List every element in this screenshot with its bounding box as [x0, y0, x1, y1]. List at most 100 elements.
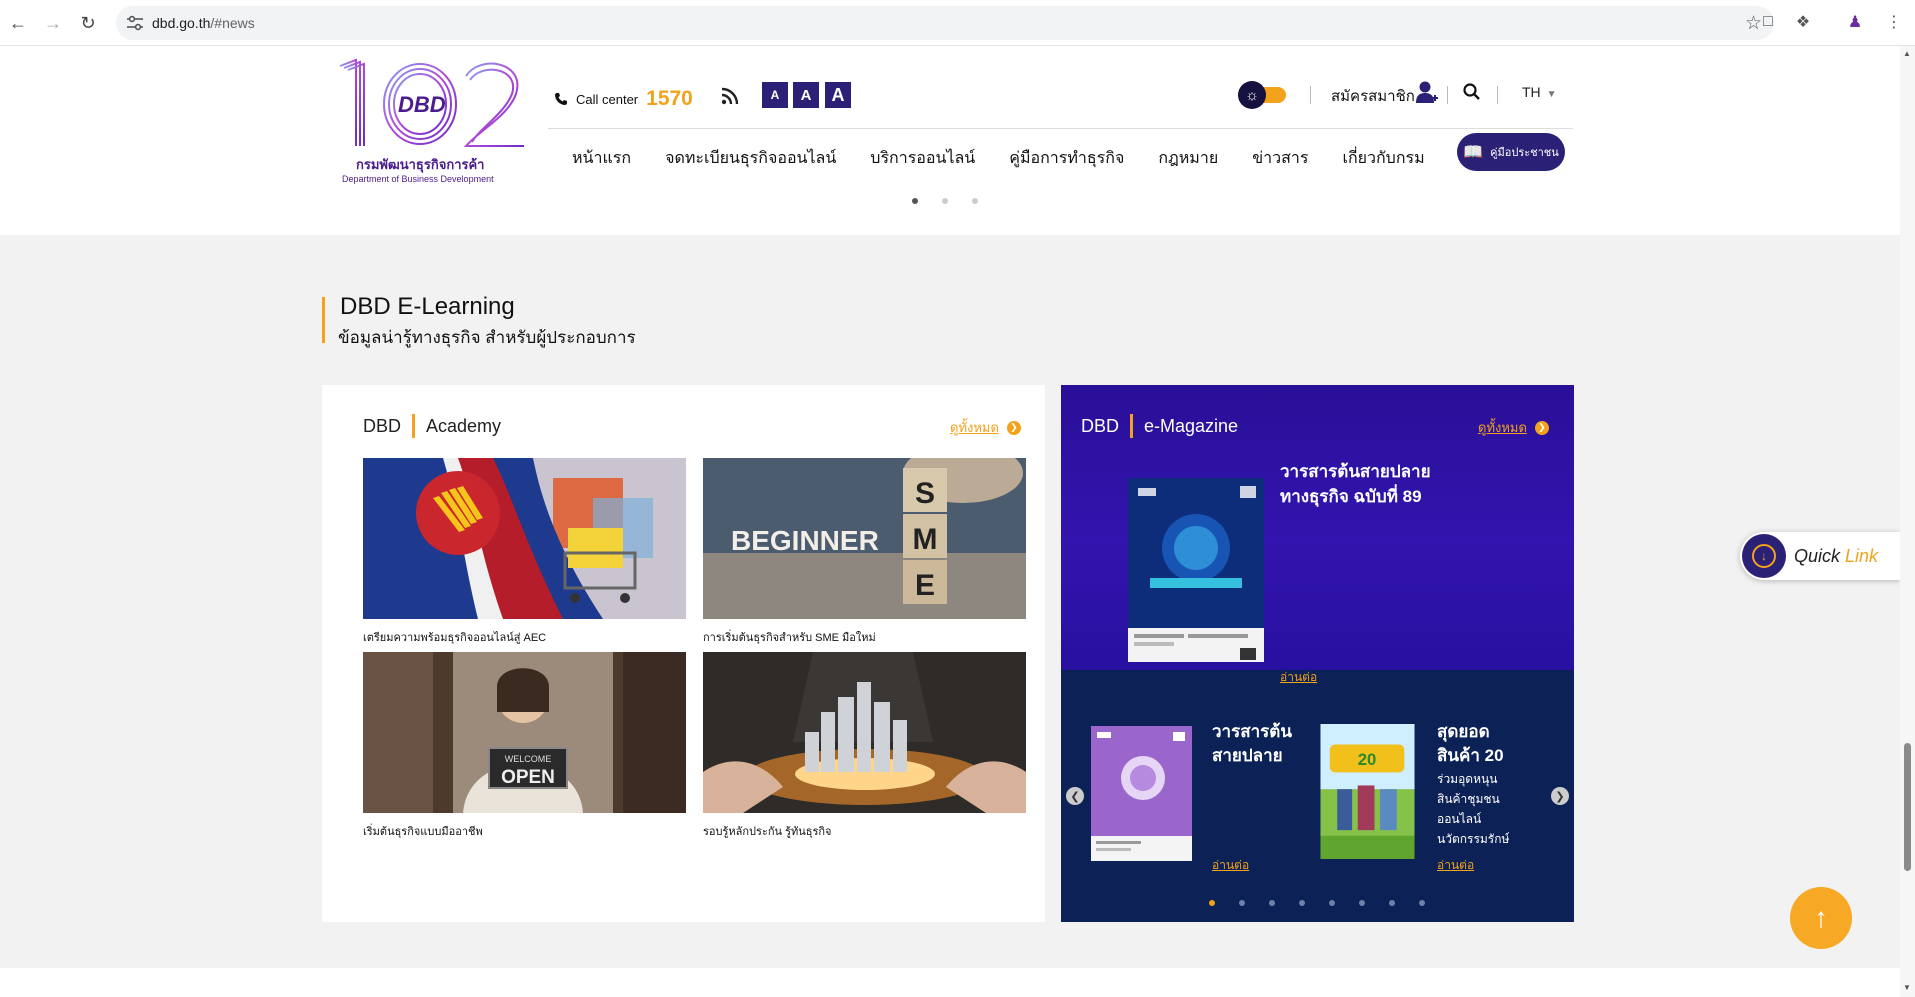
browser-toolbar: ← → ↻ dbd.go.th/#news ☆ □ ❖ ♟ ⋮ [0, 0, 1915, 46]
slider-dot[interactable] [912, 198, 918, 204]
slider-dot[interactable] [942, 198, 948, 204]
language-label: TH [1522, 84, 1541, 100]
call-center-number[interactable]: 1570 [646, 87, 693, 111]
academy-see-all-link[interactable]: ดูทั้งหมด ❯ [950, 417, 1021, 438]
magazine-title[interactable]: สุดยอด สินค้า 20 [1437, 720, 1504, 768]
address-bar[interactable]: dbd.go.th/#news ☆ [116, 6, 1774, 40]
course-image-sme[interactable]: S M E BEGINNER [703, 458, 1026, 619]
divider [1310, 86, 1311, 104]
carousel-dot[interactable] [1299, 900, 1305, 906]
arrow-up-icon: ↑ [1814, 902, 1828, 933]
citizen-manual-label: คู่มือประชาชน [1490, 147, 1559, 159]
arrow-down-circle-icon: ↓ [1752, 544, 1776, 568]
reload-icon[interactable]: ↻ [76, 11, 100, 35]
course-caption[interactable]: การเริ่มต้นธุรกิจสำหรับ SME มือใหม่ [703, 628, 1026, 646]
puzzle-extensions-icon[interactable]: ❖ [1792, 11, 1814, 33]
page-scrollbar[interactable]: ▲ ▼ [1900, 46, 1915, 997]
heading-divider [1130, 414, 1134, 438]
header-divider [548, 128, 1573, 129]
user-add-icon[interactable] [1416, 80, 1438, 104]
menu-news[interactable]: ข่าวสาร [1235, 141, 1325, 177]
forward-icon[interactable]: → [41, 11, 65, 35]
course-image-open-shop[interactable]: WELCOME OPEN [363, 652, 686, 813]
browser-menu-icon[interactable]: ⋮ [1883, 11, 1905, 33]
back-icon[interactable]: ← [6, 11, 30, 35]
course-image-city-tablet[interactable] [703, 652, 1026, 813]
academy-card: DBD Academy ดูทั้งหมด ❯ เตรียมความพร้อมธ… [322, 385, 1045, 922]
scrollbar-thumb[interactable] [1904, 743, 1911, 871]
carousel-dot[interactable] [1269, 900, 1275, 906]
carousel-dot[interactable] [1359, 900, 1365, 906]
course-card[interactable]: S M E BEGINNER การเริ่มต้นธุรกิจสำหรับ S… [703, 458, 1026, 646]
divider [1447, 86, 1448, 104]
url-text[interactable]: dbd.go.th/#news [152, 15, 255, 31]
menu-online-registration[interactable]: จดทะเบียนธุรกิจออนไลน์ [648, 141, 853, 177]
carousel-dot[interactable] [1419, 900, 1425, 906]
menu-home[interactable]: หน้าแรก [572, 141, 648, 177]
dbd-logo[interactable]: DBD กรมพัฒนาธุรกิจการค้า Department of B… [320, 54, 530, 189]
carousel-dot[interactable] [1329, 900, 1335, 906]
featured-magazine-cover[interactable] [1128, 478, 1264, 662]
course-card[interactable]: WELCOME OPEN เริ่มต้นธุรกิจแบบมืออาชีพ [363, 652, 686, 840]
phone-icon [555, 93, 567, 105]
menu-about[interactable]: เกี่ยวกับกรม [1325, 141, 1441, 177]
font-size-large-button[interactable]: A [825, 82, 851, 108]
heading-divider [412, 414, 416, 438]
back-to-top-button[interactable]: ↑ [1790, 887, 1852, 949]
emagazine-name: e-Magazine [1144, 415, 1239, 436]
course-card[interactable]: รอบรู้หลักประกัน รู้ทันธุรกิจ [703, 652, 1026, 840]
svg-text:DBD: DBD [398, 92, 446, 117]
divider [1497, 86, 1498, 104]
carousel-dot[interactable] [1209, 900, 1215, 906]
call-center[interactable]: Call center 1570 [554, 87, 693, 111]
magazine-cover[interactable] [1091, 726, 1192, 861]
scroll-down-icon[interactable]: ▼ [1903, 983, 1911, 992]
quick-link-icon-wrap: ↓ [1742, 534, 1786, 578]
carousel-prev-icon[interactable]: ❮ [1066, 787, 1084, 805]
section-subtitle: ข้อมูลน่ารู้ทางธุรกิจ สำหรับผู้ประกอบการ [338, 328, 636, 347]
call-center-label: Call center [576, 91, 639, 107]
emagazine-brand: DBD [1081, 415, 1120, 436]
magazine-carousel-dots [1209, 900, 1425, 906]
site-settings-icon[interactable] [126, 15, 144, 31]
font-size-small-button[interactable]: A [762, 82, 788, 108]
section-accent-bar [322, 297, 325, 343]
carousel-dot[interactable] [1389, 900, 1395, 906]
emagazine-see-all-link[interactable]: ดูทั้งหมด ❯ [1478, 417, 1549, 438]
featured-magazine-title[interactable]: วารสารต้นสายปลาย ทางธุรกิจ ฉบับที่ 89 [1280, 459, 1431, 509]
chevron-right-icon: ❯ [1006, 420, 1021, 435]
menu-law[interactable]: กฎหมาย [1141, 141, 1235, 177]
magazine-title[interactable]: วารสารต้น สายปลาย [1212, 720, 1292, 768]
magazine-cover[interactable]: 20 [1317, 724, 1418, 859]
course-card[interactable]: เตรียมความพร้อมธุรกิจออนไลน์สู่ AEC [363, 458, 686, 646]
rss-icon[interactable] [720, 86, 740, 106]
profile-icon[interactable]: ♟ [1844, 11, 1866, 33]
see-all-label: ดูทั้งหมด [950, 420, 999, 435]
extension-icon[interactable]: □ [1757, 11, 1779, 33]
chevron-down-icon: ▼ [1546, 89, 1557, 100]
carousel-dot[interactable] [1239, 900, 1245, 906]
course-caption[interactable]: เตรียมความพร้อมธุรกิจออนไลน์สู่ AEC [363, 628, 686, 646]
font-size-medium-button[interactable]: A [793, 82, 819, 108]
emagazine-card: DBD e-Magazine ดูทั้งหมด ❯ วารสารต้นสายป… [1061, 385, 1574, 922]
language-selector[interactable]: TH ▼ [1522, 84, 1557, 100]
menu-online-services[interactable]: บริการออนไลน์ [853, 141, 992, 177]
slider-dot[interactable] [972, 198, 978, 204]
search-icon[interactable] [1462, 82, 1482, 102]
course-caption[interactable]: รอบรู้หลักประกัน รู้ทันธุรกิจ [703, 822, 1026, 840]
course-caption[interactable]: เริ่มต้นธุรกิจแบบมืออาชีพ [363, 822, 686, 840]
course-image-aec[interactable] [363, 458, 686, 619]
magazine-read-more-link[interactable]: อ่านต่อ [1212, 856, 1249, 875]
citizen-manual-button[interactable]: 📖 คู่มือประชาชน [1457, 133, 1565, 171]
academy-heading: DBD Academy [363, 414, 501, 438]
register-member-link[interactable]: สมัครสมาชิก [1331, 84, 1415, 108]
svg-text:BEGINNER: BEGINNER [731, 525, 879, 556]
menu-business-guide[interactable]: คู่มือการทำธุรกิจ [992, 141, 1141, 177]
carousel-next-icon[interactable]: ❯ [1551, 787, 1569, 805]
scroll-up-icon[interactable]: ▲ [1903, 49, 1911, 58]
quick-link-button[interactable]: ↓ Quick Link [1740, 532, 1900, 580]
theme-toggle[interactable]: ☼ [1238, 81, 1288, 109]
featured-read-more-link[interactable]: อ่านต่อ [1280, 668, 1317, 687]
emagazine-heading: DBD e-Magazine [1081, 414, 1238, 438]
magazine-read-more-link[interactable]: อ่านต่อ [1437, 856, 1474, 875]
